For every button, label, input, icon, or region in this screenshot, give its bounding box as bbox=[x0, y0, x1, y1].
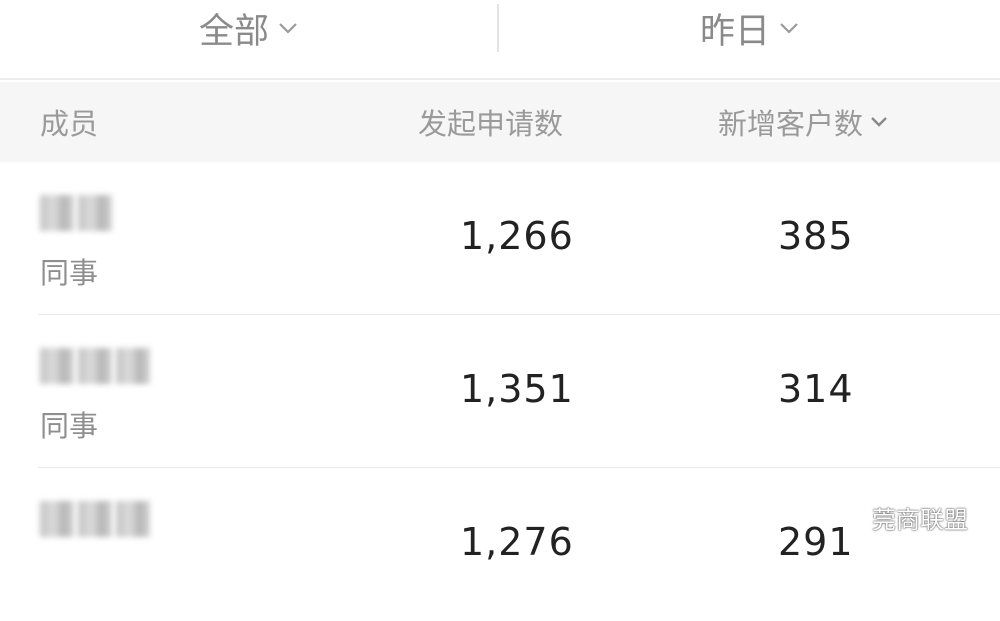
new-customers-value: 385 bbox=[778, 214, 854, 258]
chevron-down-icon bbox=[869, 112, 889, 132]
watermark-text: 莞商联盟 bbox=[872, 506, 968, 534]
watermark: 莞商联盟 bbox=[830, 500, 968, 535]
filter-divider bbox=[497, 4, 499, 52]
applications-value: 1,351 bbox=[460, 367, 574, 411]
table-row[interactable]: 1,276 291 bbox=[0, 468, 1000, 621]
period-filter[interactable]: 昨日 bbox=[500, 0, 1000, 56]
member-role: 同事 bbox=[40, 256, 99, 290]
wechat-icon bbox=[830, 504, 864, 532]
scope-filter-label: 全部 bbox=[198, 11, 269, 52]
chevron-down-icon bbox=[277, 17, 299, 39]
table-header: 成员 发起申请数 新增客户数 bbox=[0, 82, 1000, 162]
applications-value: 1,276 bbox=[460, 520, 574, 564]
header-new-customers-sort[interactable]: 新增客户数 bbox=[718, 82, 889, 162]
member-name-blurred bbox=[40, 195, 112, 231]
member-name-blurred bbox=[40, 501, 150, 537]
period-filter-label: 昨日 bbox=[699, 11, 770, 52]
applications-value: 1,266 bbox=[460, 214, 574, 258]
filter-bar: 全部 昨日 bbox=[0, 0, 1000, 80]
chevron-down-icon bbox=[778, 17, 800, 39]
header-applications: 发起申请数 bbox=[418, 107, 564, 141]
table-row[interactable]: 同事 1,266 385 bbox=[0, 162, 1000, 315]
header-new-customers-label: 新增客户数 bbox=[718, 107, 864, 141]
table-row[interactable]: 同事 1,351 314 bbox=[0, 315, 1000, 468]
new-customers-value: 314 bbox=[778, 367, 854, 411]
scope-filter[interactable]: 全部 bbox=[0, 0, 498, 56]
member-role: 同事 bbox=[40, 409, 99, 443]
member-name-blurred bbox=[40, 348, 150, 384]
header-member: 成员 bbox=[40, 107, 99, 141]
